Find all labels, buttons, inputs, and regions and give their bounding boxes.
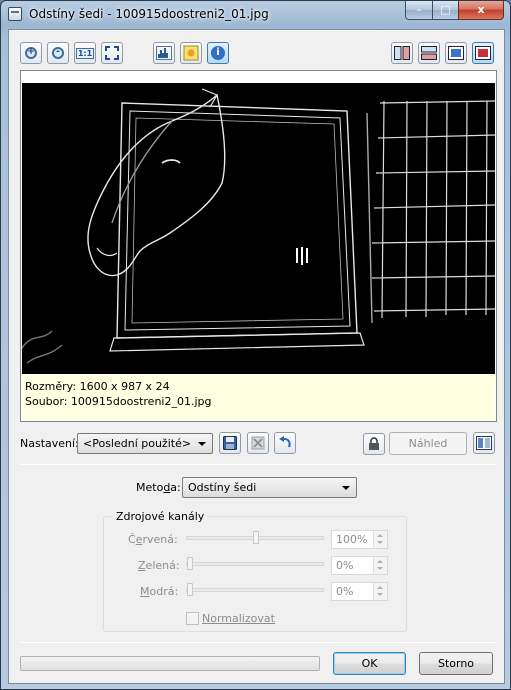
original-view-icon — [475, 46, 491, 60]
ok-button[interactable]: OK — [333, 652, 406, 675]
window-icon — [8, 7, 22, 21]
image-info-panel: Rozměry: 1600 x 987 x 24 Soubor: 100915d… — [22, 375, 495, 420]
zoom-in-button[interactable]: + — [20, 42, 42, 64]
split-horizontal-icon — [421, 46, 437, 60]
blue-channel-slider[interactable] — [186, 588, 324, 592]
split-vertical-button[interactable] — [391, 42, 413, 64]
minimize-button[interactable]: – — [405, 1, 432, 20]
method-selected: Odstíny šedi — [188, 481, 257, 494]
preview-frame: Rozměry: 1600 x 987 x 24 Soubor: 100915d… — [20, 70, 497, 422]
zoom-out-icon: - — [52, 47, 64, 59]
chevron-down-icon — [342, 486, 350, 490]
dialog-window: Odstíny šedi - 100915doostreni2_01.jpg –… — [0, 0, 511, 690]
normalize-checkbox[interactable] — [186, 612, 199, 625]
red-channel-label: Červená: — [128, 533, 178, 546]
single-view-icon — [448, 46, 464, 60]
image-dimensions: Rozměry: 1600 x 987 x 24 — [25, 380, 170, 393]
save-settings-button[interactable] — [219, 432, 241, 454]
chevron-down-icon — [198, 442, 206, 446]
green-slider-thumb[interactable] — [187, 557, 193, 570]
actual-size-icon: 1:1 — [75, 47, 95, 59]
blue-slider-thumb[interactable] — [187, 583, 193, 596]
histogram-icon — [156, 46, 172, 60]
fit-window-button[interactable] — [101, 42, 123, 64]
settings-selected: <Poslední použité> — [83, 437, 192, 450]
split-vertical-icon — [394, 46, 410, 60]
info-icon: i — [211, 46, 225, 60]
edge-detected-horse-image — [22, 83, 495, 374]
source-channels-title: Zdrojové kanály — [113, 510, 208, 523]
highlight-icon — [183, 45, 199, 61]
original-view-button[interactable] — [472, 42, 494, 64]
preview-image[interactable] — [22, 83, 495, 374]
green-channel-spinner[interactable]: 0% — [331, 556, 388, 575]
layout-toggle-button[interactable] — [473, 432, 495, 454]
undo-icon — [279, 436, 291, 448]
window-title: Odstíny šedi - 100915doostreni2_01.jpg — [29, 7, 269, 21]
cancel-button[interactable]: Storno — [419, 652, 493, 675]
delete-icon — [251, 436, 265, 450]
spinner-arrows-icon[interactable] — [373, 583, 387, 600]
footer-separator — [20, 642, 497, 643]
method-label: Metoda: — [136, 481, 181, 494]
close-button[interactable]: x — [458, 1, 504, 20]
red-slider-thumb[interactable] — [253, 531, 259, 544]
histogram-button[interactable] — [153, 42, 175, 64]
split-horizontal-button[interactable] — [418, 42, 440, 64]
red-channel-spinner[interactable]: 100% — [331, 530, 388, 549]
save-icon — [223, 436, 237, 450]
delete-settings-button[interactable] — [247, 432, 269, 454]
title-bar[interactable]: Odstíny šedi - 100915doostreni2_01.jpg –… — [1, 1, 510, 29]
single-view-button[interactable] — [445, 42, 467, 64]
progress-bar — [20, 656, 320, 671]
lock-preview-button[interactable] — [363, 433, 385, 455]
settings-label: Nastavení: — [20, 437, 79, 450]
fit-window-icon — [105, 46, 119, 60]
highlight-button[interactable] — [180, 42, 202, 64]
normalize-label: Normalizovat — [202, 612, 275, 625]
spinner-arrows-icon[interactable] — [373, 557, 387, 574]
blue-channel-label: Modrá: — [140, 585, 179, 598]
spinner-arrows-icon[interactable] — [373, 531, 387, 548]
separator — [20, 464, 497, 465]
image-file-name: Soubor: 100915doostreni2_01.jpg — [25, 395, 212, 408]
green-channel-label: Zelená: — [138, 559, 180, 572]
preview-button[interactable]: Náhled — [389, 432, 467, 455]
undo-button[interactable] — [274, 432, 296, 454]
maximize-button[interactable]: □ — [432, 1, 458, 20]
green-channel-slider[interactable] — [186, 562, 324, 566]
zoom-out-button[interactable]: - — [47, 42, 69, 64]
actual-size-button[interactable]: 1:1 — [74, 42, 96, 64]
blue-channel-spinner[interactable]: 0% — [331, 582, 388, 601]
method-dropdown[interactable]: Odstíny šedi — [182, 477, 357, 498]
settings-dropdown[interactable]: <Poslední použité> — [77, 433, 213, 454]
dialog-client: + - 1:1 i Rozměry: 1600 x 987 x 24 Soubo… — [8, 29, 505, 684]
lock-icon — [369, 437, 379, 450]
info-button[interactable]: i — [207, 42, 229, 64]
zoom-in-icon: + — [25, 47, 37, 59]
layout-icon — [476, 436, 492, 450]
